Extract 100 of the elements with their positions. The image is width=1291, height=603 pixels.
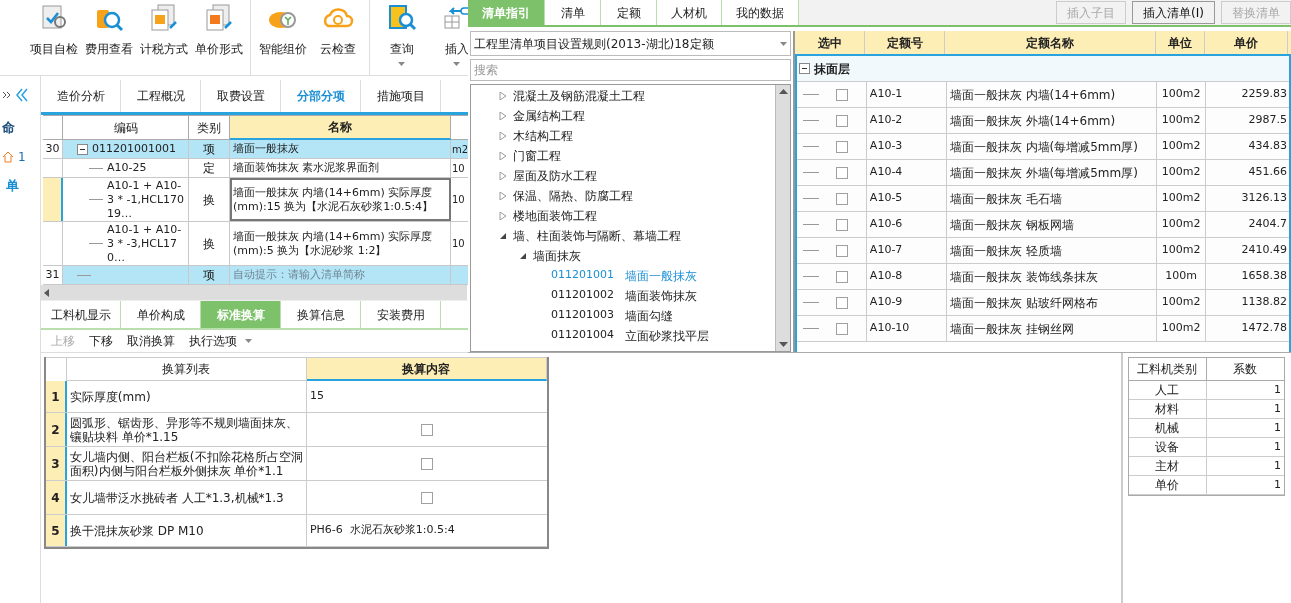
input-field[interactable]: 自动提示：请输入清单简称 [230,266,451,284]
table-cell: 100m2 [1157,108,1207,133]
collapse-toggle[interactable] [799,63,810,74]
checkbox[interactable] [836,244,848,257]
checkbox[interactable] [836,140,848,153]
panel-tab[interactable]: 定额 [601,0,657,25]
horizontal-scrollbar[interactable] [41,285,467,300]
collapse-toggle[interactable] [77,143,88,155]
table-cell: A10-3 [866,134,947,159]
tab[interactable]: 安装费用 [361,301,441,328]
tree-item[interactable]: 屋面及防水工程 [513,167,597,185]
collapsed-triangle-icon[interactable] [499,112,507,120]
checkbox[interactable] [420,423,433,436]
tab[interactable]: 措施项目 [361,80,441,112]
panel-tab[interactable]: 我的数据 [722,0,799,25]
tree-item[interactable]: 金属结构工程 [513,107,585,125]
tab[interactable]: 分部分项 [281,80,361,112]
table-cell-text: 1658.38 [1240,268,1288,285]
tree-item[interactable]: 门窗工程 [513,147,561,165]
table-cell-text: 2259.83 [1240,86,1288,103]
collapsed-triangle-icon[interactable] [499,92,507,100]
table-cell: 墙面一般抹灰 贴玻纤网格布 [946,290,1158,315]
collapsed-triangle-icon[interactable] [499,152,507,160]
checkbox[interactable] [836,218,848,231]
tree-item[interactable]: 011201002 墙面装饰抹灰 [551,287,697,305]
checkbox[interactable] [836,88,848,101]
collapsed-triangle-icon[interactable] [499,192,507,200]
toolbar-button[interactable]: 下移 [89,332,113,350]
expanded-triangle-icon[interactable] [519,252,527,260]
tree-item[interactable]: 墙、柱面装饰与隔断、幕墙工程 [513,227,681,245]
table-cell: 墙面一般抹灰 内墙(每增减5mm厚) [946,134,1158,159]
tree-item[interactable]: 墙面抹灰 [533,247,581,265]
collapsed-triangle-icon[interactable] [499,172,507,180]
checkbox[interactable] [836,296,848,309]
panel-button[interactable]: 插入清单(I) [1132,1,1215,24]
table-cell: 墙面一般抹灰 毛石墙 [946,186,1158,211]
table-cell: A10-8 [866,264,947,289]
checkbox[interactable] [836,166,848,179]
toolbar-button[interactable]: 费用查看 [81,0,136,75]
tree-item[interactable]: 1 [18,147,26,166]
checkbox[interactable] [836,114,848,127]
table-cell-text: 1 [1273,438,1282,455]
checkbox[interactable] [836,270,848,283]
toolbar-button[interactable]: 查询 [374,0,429,75]
table-cell: A10-10 [866,316,947,341]
tab[interactable]: 工程概况 [121,80,201,112]
table-cell-text: 2987.5 [1247,112,1288,129]
table-row[interactable]: 31 项 自动提示：请输入清单简称 [43,266,469,285]
checkbox[interactable] [836,192,848,205]
toolbar-button[interactable]: 智能组价 [255,0,310,75]
panel-tab[interactable]: 清单 [545,0,601,25]
table-cell: A10-25 [107,161,147,175]
table-cell: 100m2 [1157,290,1207,315]
table-cell: 墙面一般抹灰 内墙(14+6mm) 实际厚度(mm):5 换为【水泥砂浆 1:2】 [230,222,451,265]
table-cell: 机械 [1129,419,1207,437]
table-cell: A10-1 [866,82,947,107]
tree-item[interactable]: 011201001 墙面一般抹灰 [551,267,697,285]
tree-item[interactable]: 011201004 立面砂浆找平层 [551,327,709,345]
table-cell: 单价 [1129,476,1207,494]
table-cell-text: 1 [1273,381,1282,398]
table-cell: A10-9 [866,290,947,315]
table-cell: 100m2 [1157,82,1207,107]
table-cell: 15 [309,388,324,405]
toolbar-button[interactable]: 云检查 [310,0,365,75]
chevrons-right-icon[interactable] [2,91,12,99]
checkbox[interactable] [420,491,433,504]
collapsed-triangle-icon[interactable] [499,212,507,220]
table-cell: 墙面一般抹灰 轻质墙 [946,238,1158,263]
toolbar-button[interactable]: 单价形式 [191,0,246,75]
tree-item[interactable]: 011201003 墙面勾缝 [551,307,673,325]
tree-item[interactable]: 木结构工程 [513,127,573,145]
table-cell: 墙面一般抹灰 内墙(14+6mm) 实际厚度(mm):15 换为【水泥石灰砂浆1:0.5:4】 [230,178,451,221]
tab[interactable]: 换算信息 [281,301,361,328]
table-cell: 墙面一般抹灰 挂钢丝网 [946,316,1158,341]
tab[interactable]: 取费设置 [201,80,281,112]
checkbox[interactable] [420,457,433,470]
table-row[interactable]: 30 011201001001 项 墙面一般抹灰 m2 [43,140,469,159]
toolbar-button[interactable]: 执行选项 [189,332,252,350]
column-header: 选中 [795,31,865,54]
table-cell: 女儿墙带泛水挑砖者 人工*1.3,机械*1.3 [69,490,284,505]
column-header: 定额号 [865,31,945,54]
expanded-triangle-icon[interactable] [499,232,507,240]
toolbar-button[interactable]: 项目自检 [26,0,81,75]
table-cell: 墙面一般抹灰 装饰线条抹灰 [946,264,1158,289]
collapsed-triangle-icon[interactable] [499,132,507,140]
tab[interactable]: 工料机显示 [41,301,121,328]
tree-item[interactable]: 保温、隔热、防腐工程 [513,187,633,205]
rule-dropdown[interactable]: 工程里清单项目设置规则(2013-湖北)18定额 [470,31,791,56]
tree-item[interactable]: 单 [2,175,19,195]
toolbar-button[interactable]: 计税方式 [136,0,191,75]
scrollbar[interactable] [775,85,790,351]
table-cell: A10-5 [866,186,947,211]
search-field[interactable]: 搜索 [470,59,791,81]
tab[interactable]: 造价分析 [41,80,121,112]
toolbar-button[interactable]: 取消换算 [127,332,175,350]
panel-tab[interactable]: 人材机 [657,0,722,25]
checkbox[interactable] [836,322,848,335]
tree-item[interactable]: 楼地面装饰工程 [513,207,597,225]
tree-item[interactable]: 混凝土及钢筋混凝土工程 [513,87,645,105]
column-header: 工料机类别 [1129,358,1207,380]
